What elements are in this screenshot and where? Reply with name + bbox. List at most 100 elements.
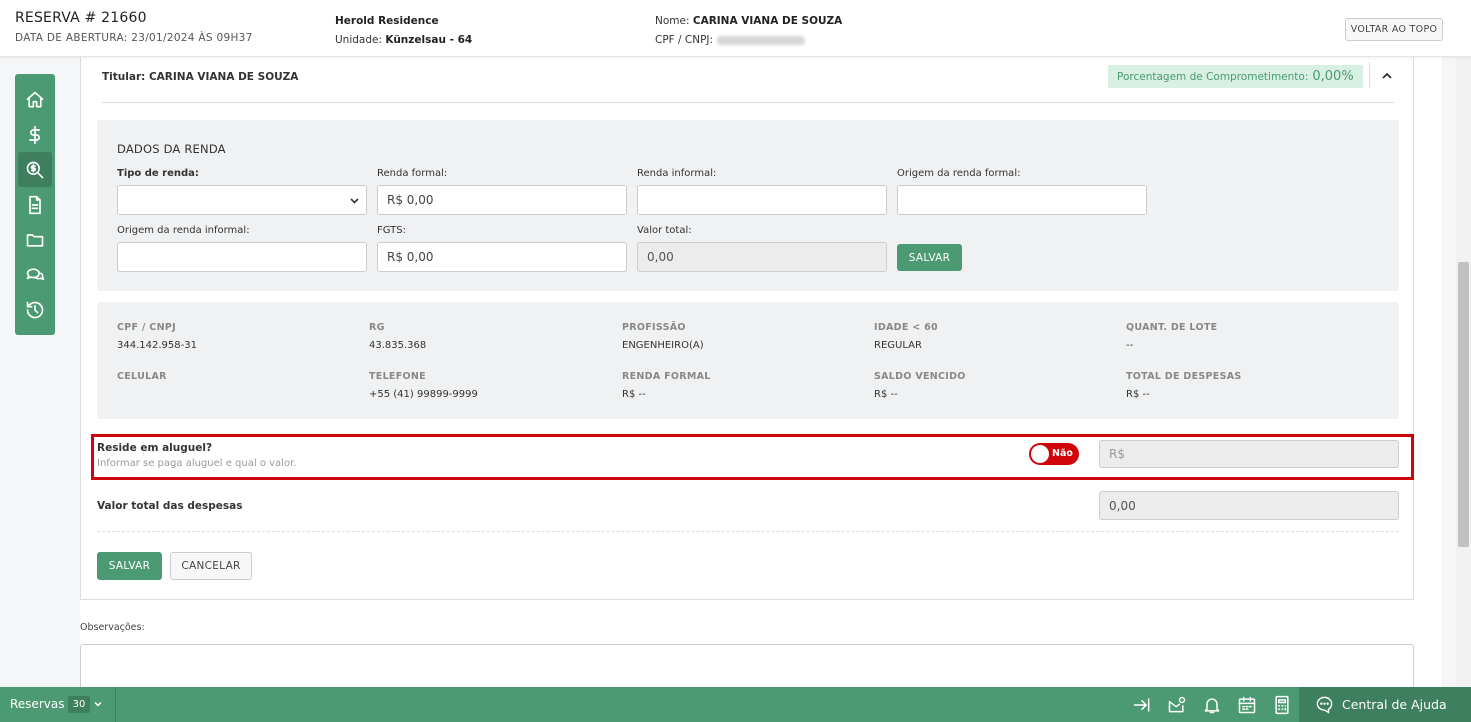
chevron-down-icon bbox=[350, 198, 359, 204]
total-expenses-value: R$ -- bbox=[1126, 389, 1150, 400]
chevron-down-icon[interactable] bbox=[93, 699, 103, 709]
opening-date: DATA DE ABERTURA: 23/01/2024 ÀS 09H37 bbox=[15, 32, 253, 44]
chat-bubble-icon bbox=[1316, 696, 1333, 714]
save-button[interactable]: SALVAR bbox=[97, 552, 162, 580]
profession-value: ENGENHEIRO(A) bbox=[622, 340, 704, 351]
sidebar-item-home[interactable] bbox=[15, 82, 55, 117]
calculator-icon[interactable] bbox=[1272, 695, 1292, 715]
divider bbox=[115, 687, 116, 722]
commitment-value: 0,00% bbox=[1312, 69, 1354, 84]
back-to-top-button[interactable]: VOLTAR AO TOPO bbox=[1345, 18, 1443, 41]
income-type-label: Tipo de renda: bbox=[117, 168, 199, 179]
titular-name: Titular: CARINA VIANA DE SOUZA bbox=[102, 71, 299, 83]
commitment-label: Porcentagem de Comprometimento: bbox=[1117, 70, 1309, 83]
observations-label: Observações: bbox=[80, 622, 145, 633]
reservation-info: RESERVA # 21660 DATA DE ABERTURA: 23/01/… bbox=[15, 10, 253, 44]
scrollbar[interactable] bbox=[1456, 57, 1471, 687]
client-name: CARINA VIANA DE SOUZA bbox=[692, 15, 843, 27]
help-center-button[interactable]: Central de Ajuda bbox=[1299, 687, 1471, 722]
lot-quantity-value: -- bbox=[1126, 340, 1134, 351]
lot-quantity-label: QUANT. DE LOTE bbox=[1126, 322, 1218, 333]
cancel-button[interactable]: CANCELAR bbox=[170, 552, 252, 580]
income-data-panel: DADOS DA RENDA Tipo de renda: Renda form… bbox=[97, 120, 1399, 291]
collapse-icon[interactable] bbox=[1132, 695, 1152, 715]
sidebar bbox=[15, 74, 55, 335]
reservations-label[interactable]: Reservas bbox=[10, 697, 64, 711]
top-header: RESERVA # 21660 DATA DE ABERTURA: 23/01/… bbox=[0, 0, 1471, 57]
informal-income-origin-label: Origem da renda informal: bbox=[117, 225, 250, 236]
save-income-button[interactable]: SALVAR bbox=[897, 244, 962, 271]
help-center-label: Central de Ajuda bbox=[1342, 697, 1447, 712]
reservation-title: RESERVA # 21660 bbox=[15, 10, 147, 26]
toggle-knob bbox=[1031, 445, 1049, 463]
bottom-bar: Reservas 30 Central de Ajuda bbox=[0, 687, 1471, 722]
informal-income-origin-input[interactable] bbox=[117, 242, 367, 272]
chat-icon bbox=[26, 267, 45, 280]
formal-income-summary-label: RENDA FORMAL bbox=[622, 371, 711, 382]
mail-notification-icon[interactable] bbox=[1167, 695, 1187, 715]
total-value-label: Valor total: bbox=[637, 225, 692, 236]
formal-income-summary-value: R$ -- bbox=[622, 389, 646, 400]
client-name-label: Nome: bbox=[655, 15, 690, 27]
sidebar-item-files[interactable] bbox=[15, 222, 55, 257]
scrollbar-thumb[interactable] bbox=[1458, 262, 1469, 547]
sidebar-item-messages[interactable] bbox=[15, 257, 55, 292]
divider bbox=[102, 102, 1394, 103]
reservations-count-badge: 30 bbox=[68, 696, 90, 713]
commitment-percentage-badge: Porcentagem de Comprometimento: 0,00% bbox=[1108, 65, 1363, 88]
age-value: REGULAR bbox=[874, 340, 922, 351]
rg-value: 43.835.368 bbox=[369, 340, 427, 351]
bell-icon[interactable] bbox=[1202, 695, 1222, 715]
formal-income-input[interactable]: R$ 0,00 bbox=[377, 185, 627, 215]
total-value-input: 0,00 bbox=[637, 242, 887, 272]
sidebar-item-credit-analysis[interactable] bbox=[18, 152, 52, 187]
cpf-label: CPF / CNPJ bbox=[117, 322, 176, 333]
calendar-icon[interactable] bbox=[1237, 695, 1257, 715]
fgts-input[interactable]: R$ 0,00 bbox=[377, 242, 627, 272]
sidebar-item-history[interactable] bbox=[15, 292, 55, 327]
income-section-title: DADOS DA RENDA bbox=[117, 142, 226, 156]
overdue-balance-value: R$ -- bbox=[874, 389, 898, 400]
client-details-panel: CPF / CNPJ 344.142.958-31 RG 43.835.368 … bbox=[97, 302, 1399, 419]
titular-card: Titular: CARINA VIANA DE SOUZA Porcentag… bbox=[80, 57, 1414, 600]
home-icon bbox=[26, 91, 44, 107]
rg-label: RG bbox=[369, 322, 385, 333]
informal-income-label: Renda informal: bbox=[637, 168, 717, 179]
property-name: Herold Residence bbox=[335, 15, 439, 27]
fgts-label: FGTS: bbox=[377, 225, 406, 236]
sidebar-item-documents[interactable] bbox=[15, 187, 55, 222]
phone-value: +55 (41) 99899-9999 bbox=[369, 389, 478, 400]
cpf-blurred-value bbox=[717, 35, 806, 45]
client-cpf-label: CPF / CNPJ: bbox=[655, 34, 714, 46]
age-label: IDADE < 60 bbox=[874, 322, 938, 333]
income-type-select[interactable] bbox=[117, 185, 367, 215]
document-icon bbox=[29, 195, 41, 214]
rent-question: Reside em aluguel? bbox=[97, 442, 213, 454]
rent-value-input[interactable]: R$ bbox=[1099, 440, 1399, 468]
cellphone-label: CELULAR bbox=[117, 371, 167, 382]
total-expenses-label: TOTAL DE DESPESAS bbox=[1126, 371, 1242, 382]
rent-question-row: Reside em aluguel? Informar se paga alug… bbox=[91, 434, 1414, 480]
folder-icon bbox=[26, 233, 44, 247]
client-info: Nome: CARINA VIANA DE SOUZA CPF / CNPJ: bbox=[655, 12, 842, 50]
formal-income-origin-label: Origem da renda formal: bbox=[897, 168, 1021, 179]
main-content: Titular: CARINA VIANA DE SOUZA Porcentag… bbox=[80, 57, 1442, 704]
cpf-value: 344.142.958-31 bbox=[117, 340, 197, 351]
formal-income-origin-input[interactable] bbox=[897, 185, 1147, 215]
property-info: Herold Residence Unidade: Künzelsau - 64 bbox=[335, 12, 472, 50]
toggle-label: Não bbox=[1052, 448, 1073, 459]
divider bbox=[1369, 62, 1370, 88]
phone-label: TELEFONE bbox=[369, 371, 426, 382]
history-icon bbox=[26, 301, 44, 318]
chevron-up-icon[interactable] bbox=[1379, 69, 1395, 83]
divider bbox=[97, 531, 1399, 532]
profession-label: PROFISSÃO bbox=[622, 322, 686, 333]
search-dollar-icon bbox=[26, 161, 44, 178]
sidebar-item-financial[interactable] bbox=[15, 117, 55, 152]
dollar-icon bbox=[29, 125, 41, 144]
informal-income-input[interactable] bbox=[637, 185, 887, 215]
total-expenses-field-label: Valor total das despesas bbox=[97, 500, 243, 512]
unit-value: Künzelsau - 64 bbox=[385, 34, 473, 46]
rent-hint: Informar se paga aluguel e qual o valor. bbox=[97, 458, 297, 469]
rent-toggle[interactable]: Não bbox=[1029, 443, 1079, 465]
